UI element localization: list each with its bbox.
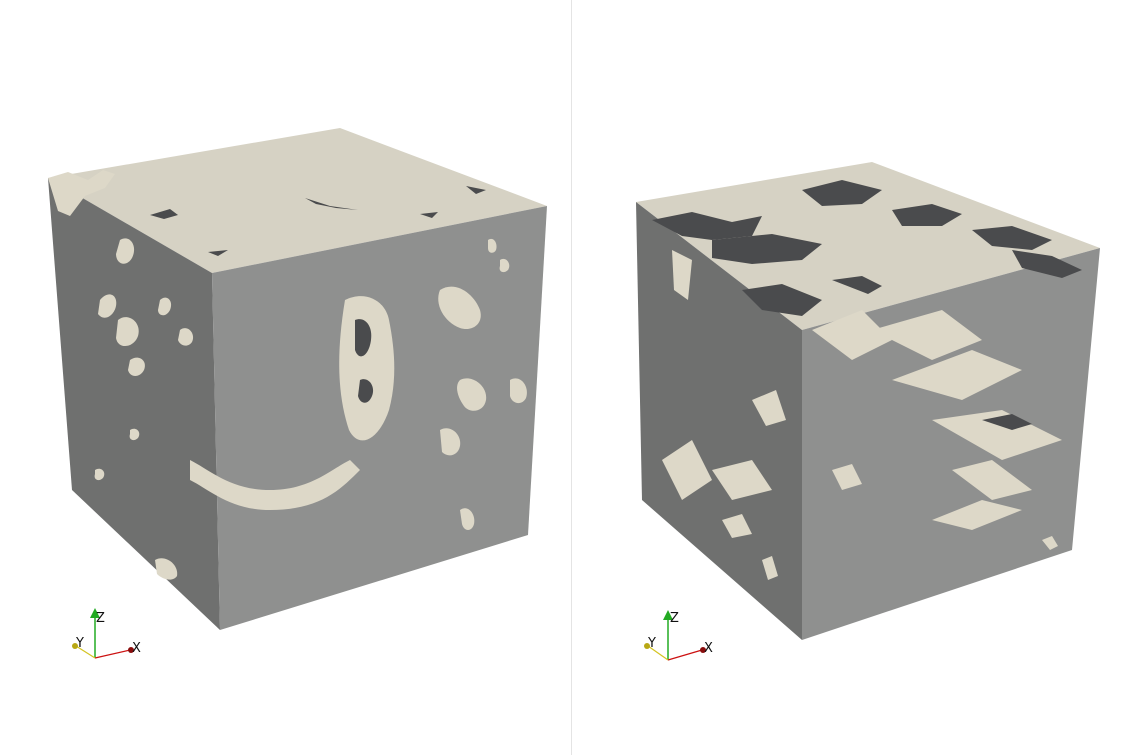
axis-label-z: Z — [96, 611, 105, 626]
axis-label-x: X — [132, 641, 141, 656]
orientation-axes-right: Z X Y — [644, 610, 713, 661]
porous-cube-left: Z X Y — [48, 128, 547, 659]
axis-label-y: Y — [647, 636, 656, 651]
axis-label-z: Z — [670, 611, 679, 626]
render-view-left[interactable]: Z X Y — [0, 0, 571, 755]
render-view-right[interactable]: Z X Y — [572, 0, 1143, 755]
orientation-axes-left: Z X Y — [72, 608, 141, 659]
axis-label-y: Y — [75, 636, 84, 651]
axis-label-x: X — [704, 641, 713, 656]
porous-cube-right: Z X Y — [636, 162, 1100, 661]
